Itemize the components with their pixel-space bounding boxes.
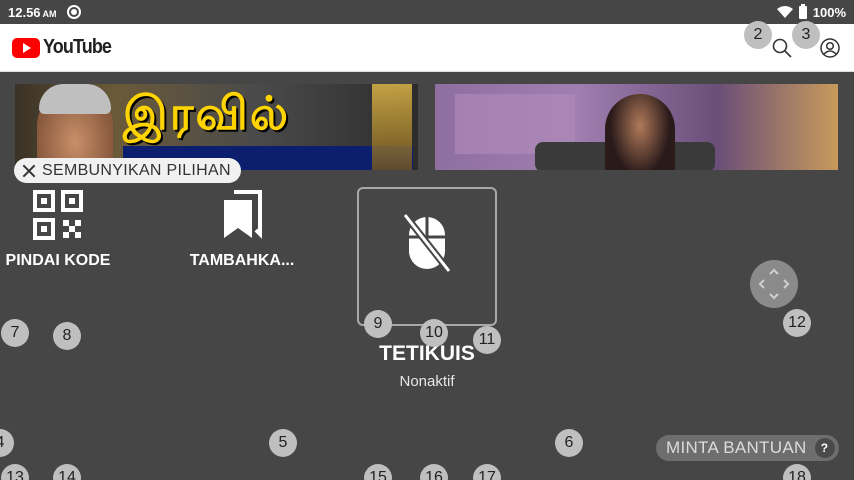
- status-time: 12.56 AM: [8, 4, 57, 20]
- settings-status-icon: [66, 5, 81, 19]
- account-icon[interactable]: [820, 38, 840, 58]
- marker-12[interactable]: 12: [783, 309, 811, 337]
- hide-options-button[interactable]: SEMBUNYIKAN PILIHAN: [14, 158, 241, 183]
- youtube-play-icon: [12, 37, 40, 58]
- close-icon: [22, 164, 36, 178]
- mouse-status: Nonaktif: [399, 373, 455, 390]
- marker-2[interactable]: 2: [744, 21, 772, 49]
- youtube-header: YouTube: [0, 24, 854, 72]
- scan-code-button[interactable]: PINDAI KODE: [0, 190, 116, 270]
- marker-9[interactable]: 9: [364, 310, 392, 338]
- youtube-logo-text: YouTube: [43, 36, 112, 58]
- marker-8[interactable]: 8: [53, 322, 81, 350]
- add-bookmark-label: TAMBAHKA...: [189, 252, 295, 269]
- marker-3[interactable]: 3: [792, 21, 820, 49]
- search-icon[interactable]: [772, 38, 792, 58]
- status-right: 100%: [776, 3, 846, 20]
- scan-code-label: PINDAI KODE: [5, 252, 111, 269]
- get-help-label: MINTA BANTUAN: [666, 438, 807, 457]
- wifi-icon: [776, 6, 793, 18]
- marker-11[interactable]: 11: [473, 326, 501, 354]
- marker-10[interactable]: 10: [420, 319, 448, 347]
- move-arrows-icon: [758, 268, 790, 300]
- marker-6[interactable]: 6: [555, 429, 583, 457]
- thumbnail-title: இரவில்: [123, 86, 291, 140]
- help-icon: ?: [814, 438, 835, 458]
- bookmark-icon: [224, 190, 262, 239]
- get-help-button[interactable]: MINTA BANTUAN ?: [656, 435, 839, 461]
- thumbnail-person: [605, 94, 675, 170]
- thumbnail-hair: [39, 84, 111, 114]
- move-handle[interactable]: [750, 260, 798, 308]
- battery-icon: [798, 3, 807, 19]
- thumbnail-lamp: [372, 84, 412, 170]
- marker-5[interactable]: 5: [269, 429, 297, 457]
- mouse-off-icon: [403, 213, 451, 273]
- qr-code-icon: [33, 190, 83, 240]
- video-thumbnail[interactable]: [435, 84, 838, 170]
- youtube-logo[interactable]: YouTube: [12, 36, 119, 59]
- battery-level: 100%: [812, 4, 846, 20]
- status-bar: 12.56 AM 100%: [0, 0, 854, 24]
- marker-7[interactable]: 7: [1, 319, 29, 347]
- mouse-toggle-button[interactable]: [357, 187, 497, 326]
- hide-options-label: SEMBUNYIKAN PILIHAN: [42, 161, 231, 179]
- add-bookmark-button[interactable]: TAMBAHKA...: [184, 190, 300, 270]
